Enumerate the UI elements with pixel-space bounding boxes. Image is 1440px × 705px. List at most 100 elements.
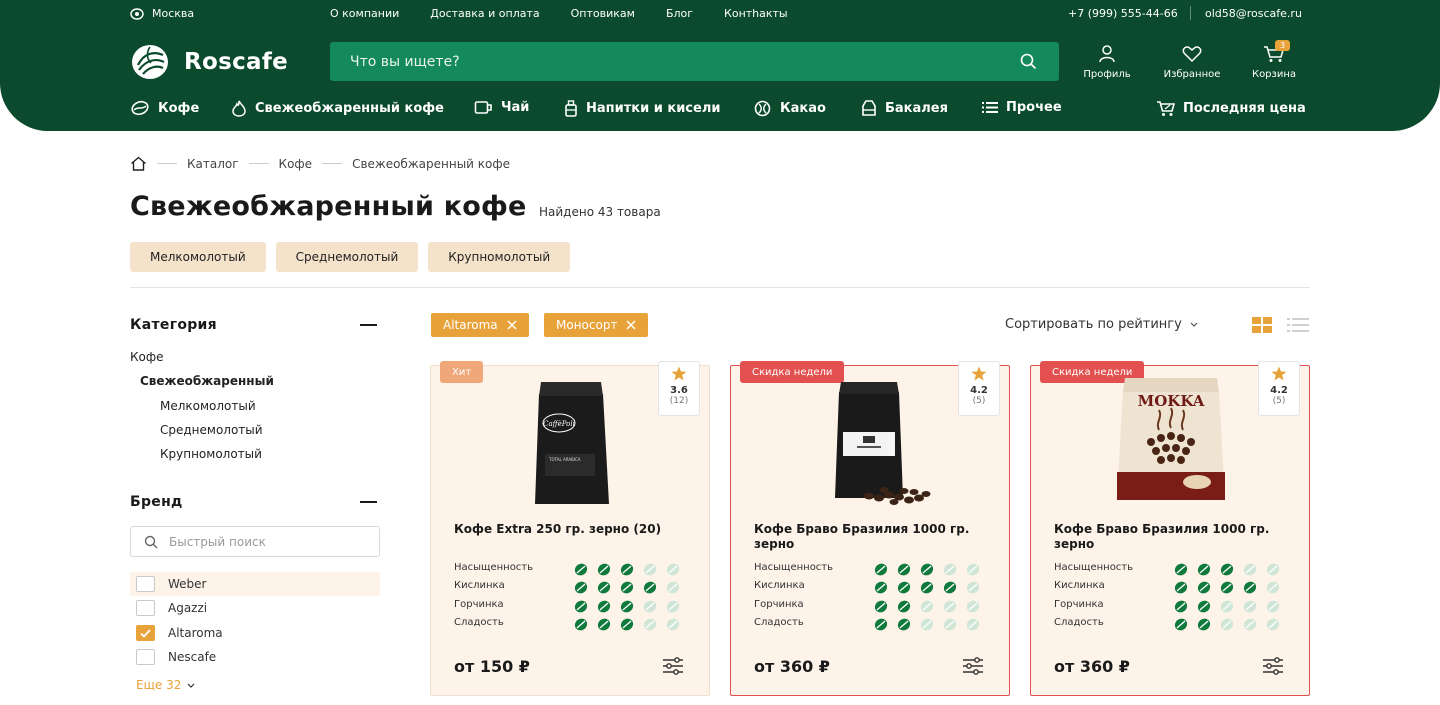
product-name[interactable]: Кофе Браво Бразилия 1000 гр. зерно [1054, 522, 1284, 552]
attribute-label: Насыщенность [1054, 562, 1134, 573]
sliders-icon[interactable] [962, 657, 984, 675]
checkbox-checked[interactable] [136, 625, 155, 641]
menu-label: Прочее [1006, 100, 1062, 115]
category-item[interactable]: Кофе [130, 350, 164, 364]
product-image[interactable]: MOKKA [1101, 376, 1241, 506]
checkbox[interactable] [136, 600, 155, 616]
bean-empty-icon [966, 618, 980, 631]
attribute-row: Кислинка [754, 580, 994, 594]
check-icon [140, 628, 151, 638]
search-bar [330, 42, 1059, 81]
brand-search-input[interactable] [169, 527, 369, 556]
list-view-icon[interactable] [1287, 317, 1309, 333]
attribute-row: Сладость [754, 617, 994, 631]
chip-fine[interactable]: Мелкомолотый [130, 242, 266, 272]
attribute-label: Насыщенность [754, 562, 834, 573]
sliders-icon[interactable] [662, 657, 684, 675]
list-icon [982, 102, 998, 113]
breadcrumb-separator [248, 163, 269, 164]
city-selector[interactable]: Москва [130, 7, 194, 20]
menu-item-drinks[interactable]: Напитки и кисели [564, 100, 720, 117]
logo[interactable]: Roscafe [130, 43, 288, 81]
checkbox[interactable] [136, 576, 155, 592]
product-image[interactable]: CaffèPoli TOTAL ARABICA [501, 376, 641, 506]
brand-option[interactable]: Weber [130, 572, 380, 596]
sort-dropdown[interactable]: Сортировать по рейтингу [1005, 317, 1198, 332]
chevron-down-icon [187, 683, 195, 688]
collapse-brand-icon[interactable] [360, 501, 377, 503]
breadcrumb-catalog[interactable]: Каталог [187, 157, 239, 171]
product-name[interactable]: Кофе Браво Бразилия 1000 гр. зерно [754, 522, 984, 552]
chip-medium[interactable]: Среднемолотый [275, 242, 419, 272]
top-link-wholesale[interactable]: Оптовикам [571, 7, 635, 20]
category-item-active[interactable]: Свежеобжаренный [140, 374, 274, 388]
grind-chips: Мелкомолотый Среднемолотый Крупномолотый [130, 242, 571, 272]
show-more-brands[interactable]: Еще 32 [136, 678, 195, 692]
category-subitem[interactable]: Крупномолотый [160, 447, 262, 461]
divider [130, 287, 1310, 288]
bean-empty-icon [1243, 618, 1257, 631]
product-image[interactable] [801, 376, 941, 506]
bean-filled-icon [920, 563, 934, 576]
attribute-row: Кислинка [1054, 580, 1294, 594]
attribute-row: Горчинка [454, 599, 694, 613]
menu-item-other[interactable]: Прочее [982, 100, 1062, 115]
top-link-blog[interactable]: Блог [666, 7, 693, 20]
active-filter-tag[interactable]: Моносорт [544, 313, 649, 337]
category-subitem[interactable]: Мелкомолотый [160, 399, 256, 413]
top-link-about[interactable]: О компании [330, 7, 399, 20]
package-brand-text: CaffèPoli [543, 420, 575, 428]
menu-label: Кофе [158, 100, 200, 116]
bean-filled-icon [620, 581, 634, 594]
bean-empty-icon [1266, 618, 1280, 631]
attribute-label: Насыщенность [454, 562, 534, 573]
close-icon[interactable] [507, 320, 517, 330]
search-input[interactable] [330, 42, 1020, 81]
bean-filled-icon [874, 563, 888, 576]
collapse-category-icon[interactable] [360, 324, 377, 326]
phone-link[interactable]: +7 (999) 555-44-66 [1068, 7, 1178, 20]
attribute-label: Горчинка [454, 599, 504, 610]
bean-filled-icon [597, 600, 611, 613]
menu-item-tea[interactable]: Чай [474, 100, 529, 115]
menu-item-cocoa[interactable]: Какао [753, 100, 826, 117]
bean-filled-icon [574, 600, 588, 613]
top-link-delivery[interactable]: Доставка и оплата [430, 7, 539, 20]
brand-option[interactable]: Altaroma [130, 621, 380, 645]
product-card[interactable]: Скидка недели 4.2 (5) Кофе Браво Бразили… [730, 361, 1010, 696]
bean-empty-icon [643, 600, 657, 613]
user-icon [1099, 45, 1115, 63]
bean-filled-icon [620, 563, 634, 576]
favorites-button[interactable]: Избранное [1158, 45, 1226, 80]
grid-view-icon[interactable] [1252, 317, 1272, 333]
menu-item-last-price[interactable]: Последняя цена [1156, 100, 1306, 117]
checkbox[interactable] [136, 649, 155, 665]
bean-filled-icon [574, 563, 588, 576]
brand-option[interactable]: Nescafe [130, 645, 380, 669]
menu-item-coffee[interactable]: Кофе [130, 100, 199, 116]
category-heading[interactable]: Категория [130, 317, 217, 333]
email-link[interactable]: old58@roscafe.ru [1205, 7, 1302, 20]
brand-option[interactable]: Agazzi [130, 596, 380, 620]
cart-button[interactable]: 3 Корзина [1248, 40, 1300, 80]
chip-coarse[interactable]: Крупномолотый [428, 242, 571, 272]
menu-item-fresh-roasted[interactable]: Свежеобжаренный кофе [231, 100, 444, 117]
top-link-contacts[interactable]: Контhакты [724, 7, 788, 20]
breadcrumb-coffee[interactable]: Кофе [279, 157, 313, 171]
profile-button[interactable]: Профиль [1079, 45, 1135, 80]
close-icon[interactable] [626, 320, 636, 330]
sliders-icon[interactable] [1262, 657, 1284, 675]
attribute-beans [574, 581, 680, 594]
home-icon[interactable] [130, 156, 147, 171]
active-filter-tag[interactable]: Altaroma [431, 313, 529, 337]
category-subitem[interactable]: Среднемолотый [160, 423, 263, 437]
grocery-icon [862, 100, 876, 116]
brand-heading[interactable]: Бренд [130, 494, 183, 510]
product-name[interactable]: Кофе Extra 250 гр. зерно (20) [454, 522, 684, 537]
search-icon[interactable] [1020, 53, 1037, 70]
bean-empty-icon [666, 618, 680, 631]
product-price: от 360 ₽ [754, 657, 830, 676]
product-card[interactable]: Скидка недели 4.2 (5) MOKKA Кофе Браво Б… [1030, 361, 1310, 696]
menu-item-grocery[interactable]: Бакалея [861, 100, 948, 116]
product-card[interactable]: Хит 3.6 (12) CaffèPoli TOTAL ARABICA Коф… [430, 361, 710, 696]
